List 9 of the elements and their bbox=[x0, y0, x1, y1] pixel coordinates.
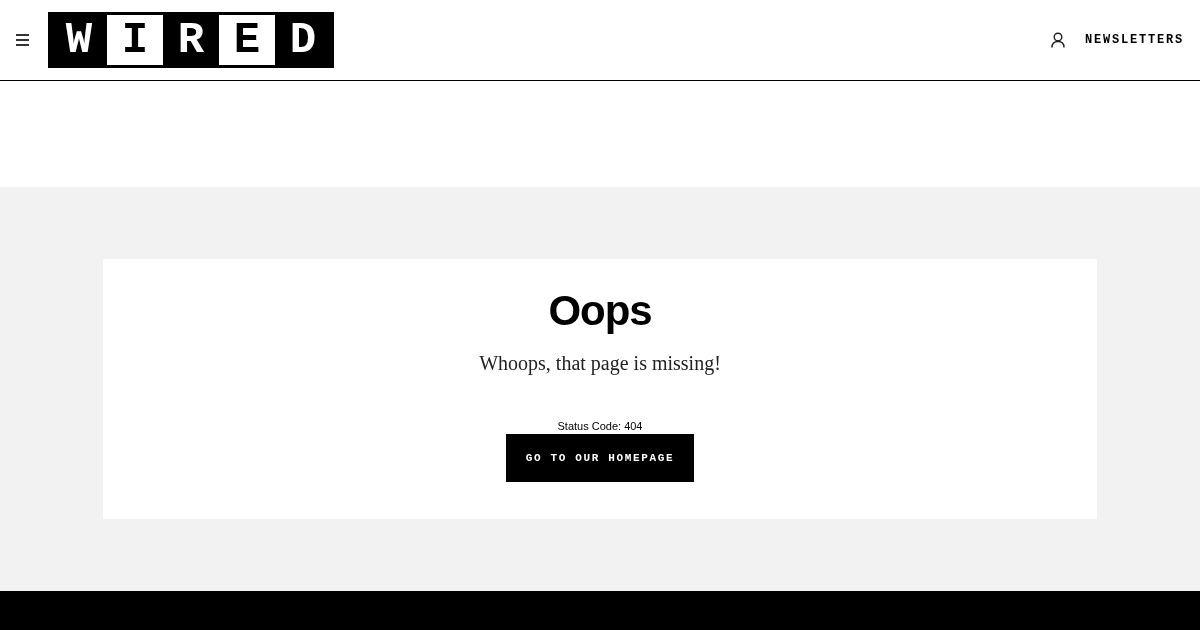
user-icon[interactable] bbox=[1051, 32, 1065, 48]
menu-icon[interactable] bbox=[16, 32, 32, 48]
error-title: Oops bbox=[548, 286, 652, 336]
homepage-button[interactable]: GO TO OUR HOMEPAGE bbox=[506, 434, 694, 482]
logo-letter[interactable]: E bbox=[219, 15, 275, 65]
status-code: Status Code: 404 bbox=[557, 418, 643, 434]
logo-letter[interactable]: I bbox=[107, 15, 163, 65]
error-message: Whoops, that page is missing! bbox=[479, 350, 721, 377]
newsletters-link[interactable]: NEWSLETTERS bbox=[1085, 31, 1184, 49]
